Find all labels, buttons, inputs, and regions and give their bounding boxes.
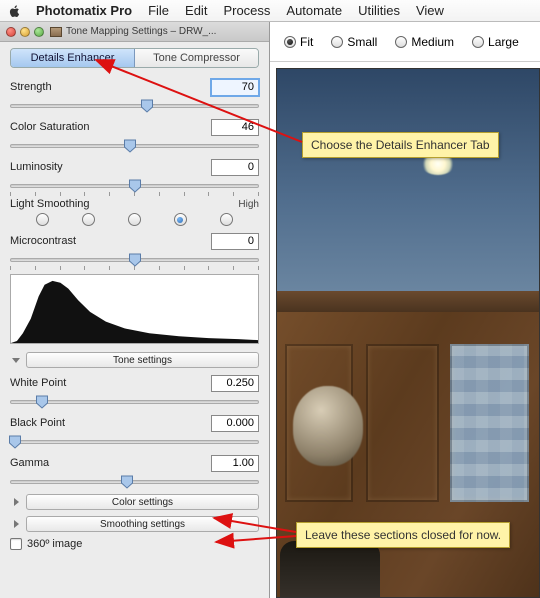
saturation-slider[interactable] xyxy=(10,138,259,154)
close-icon[interactable] xyxy=(6,27,16,37)
microcontrast-value[interactable] xyxy=(211,233,259,250)
tone-mapping-panel: Tone Mapping Settings – DRW_... Details … xyxy=(0,22,270,598)
luminosity-value[interactable] xyxy=(211,159,259,176)
strength-label: Strength xyxy=(10,81,52,93)
luminosity-label: Luminosity xyxy=(10,161,63,173)
light-smoothing-label: Light Smoothing xyxy=(10,198,90,210)
callout-closed-sections: Leave these sections closed for now. xyxy=(296,522,510,548)
blackpoint-value[interactable] xyxy=(211,415,259,432)
preview-size-bar: Fit Small Medium Large xyxy=(270,22,540,62)
light-smoothing-4[interactable] xyxy=(220,213,233,226)
microcontrast-label: Microcontrast xyxy=(10,235,76,247)
blackpoint-label: Black Point xyxy=(10,417,65,429)
luminosity-slider[interactable] xyxy=(10,178,259,194)
blackpoint-row: Black Point xyxy=(10,414,259,450)
menu-view[interactable]: View xyxy=(416,3,444,18)
menu-automate[interactable]: Automate xyxy=(286,3,342,18)
preview-pane: Fit Small Medium Large xyxy=(270,22,540,598)
color-settings-button[interactable]: Color settings xyxy=(26,494,259,510)
microcontrast-slider[interactable] xyxy=(10,252,259,268)
apple-menu-icon[interactable] xyxy=(8,4,22,18)
tab-details-enhancer[interactable]: Details Enhancer xyxy=(11,49,135,67)
method-tabs: Details Enhancer Tone Compressor xyxy=(10,48,259,68)
whitepoint-slider[interactable] xyxy=(10,394,259,410)
histogram xyxy=(10,274,259,344)
light-smoothing-3[interactable] xyxy=(174,213,187,226)
saturation-label: Color Saturation xyxy=(10,121,90,133)
light-smoothing-row: Light Smoothing High xyxy=(10,198,259,226)
whitepoint-value[interactable] xyxy=(211,375,259,392)
360-label: 360º image xyxy=(27,538,82,550)
app-name[interactable]: Photomatix Pro xyxy=(36,3,132,18)
saturation-row: Color Saturation xyxy=(10,118,259,154)
light-smoothing-1[interactable] xyxy=(82,213,95,226)
light-smoothing-2[interactable] xyxy=(128,213,141,226)
workspace: Tone Mapping Settings – DRW_... Details … xyxy=(0,22,540,598)
color-settings-section[interactable]: Color settings xyxy=(10,494,259,510)
luminosity-row: Luminosity xyxy=(10,158,259,194)
menu-file[interactable]: File xyxy=(148,3,169,18)
menubar: Photomatix Pro File Edit Process Automat… xyxy=(0,0,540,22)
menu-utilities[interactable]: Utilities xyxy=(358,3,400,18)
strength-slider[interactable] xyxy=(10,98,259,114)
disclosure-right-icon xyxy=(10,496,22,508)
tone-settings-section[interactable]: Tone settings xyxy=(10,352,259,368)
menu-edit[interactable]: Edit xyxy=(185,3,207,18)
360-checkbox[interactable]: 360º image xyxy=(10,538,259,550)
whitepoint-label: White Point xyxy=(10,377,66,389)
panel-title: Tone Mapping Settings – DRW_... xyxy=(66,26,216,37)
size-medium[interactable]: Medium xyxy=(395,35,454,49)
light-smoothing-high: High xyxy=(238,199,259,210)
disclosure-right-icon xyxy=(10,518,22,530)
light-smoothing-0[interactable] xyxy=(36,213,49,226)
blackpoint-slider[interactable] xyxy=(10,434,259,450)
smoothing-settings-button[interactable]: Smoothing settings xyxy=(26,516,259,532)
panel-titlebar[interactable]: Tone Mapping Settings – DRW_... xyxy=(0,22,269,42)
size-small[interactable]: Small xyxy=(331,35,377,49)
checkbox-icon xyxy=(10,538,22,550)
tab-tone-compressor[interactable]: Tone Compressor xyxy=(135,49,258,67)
disclosure-down-icon xyxy=(10,354,22,366)
whitepoint-row: White Point xyxy=(10,374,259,410)
minimize-icon[interactable] xyxy=(20,27,30,37)
tone-settings-button[interactable]: Tone settings xyxy=(26,352,259,368)
size-large[interactable]: Large xyxy=(472,35,519,49)
smoothing-settings-section[interactable]: Smoothing settings xyxy=(10,516,259,532)
strength-row: Strength xyxy=(10,78,259,114)
menu-process[interactable]: Process xyxy=(223,3,270,18)
gamma-row: Gamma xyxy=(10,454,259,490)
strength-value[interactable] xyxy=(211,79,259,96)
microcontrast-row: Microcontrast xyxy=(10,232,259,268)
callout-details-tab: Choose the Details Enhancer Tab xyxy=(302,132,499,158)
document-icon xyxy=(50,27,62,37)
size-fit[interactable]: Fit xyxy=(284,35,313,49)
zoom-icon[interactable] xyxy=(34,27,44,37)
gamma-value[interactable] xyxy=(211,455,259,472)
saturation-value[interactable] xyxy=(211,119,259,136)
gamma-label: Gamma xyxy=(10,457,49,469)
gamma-slider[interactable] xyxy=(10,474,259,490)
